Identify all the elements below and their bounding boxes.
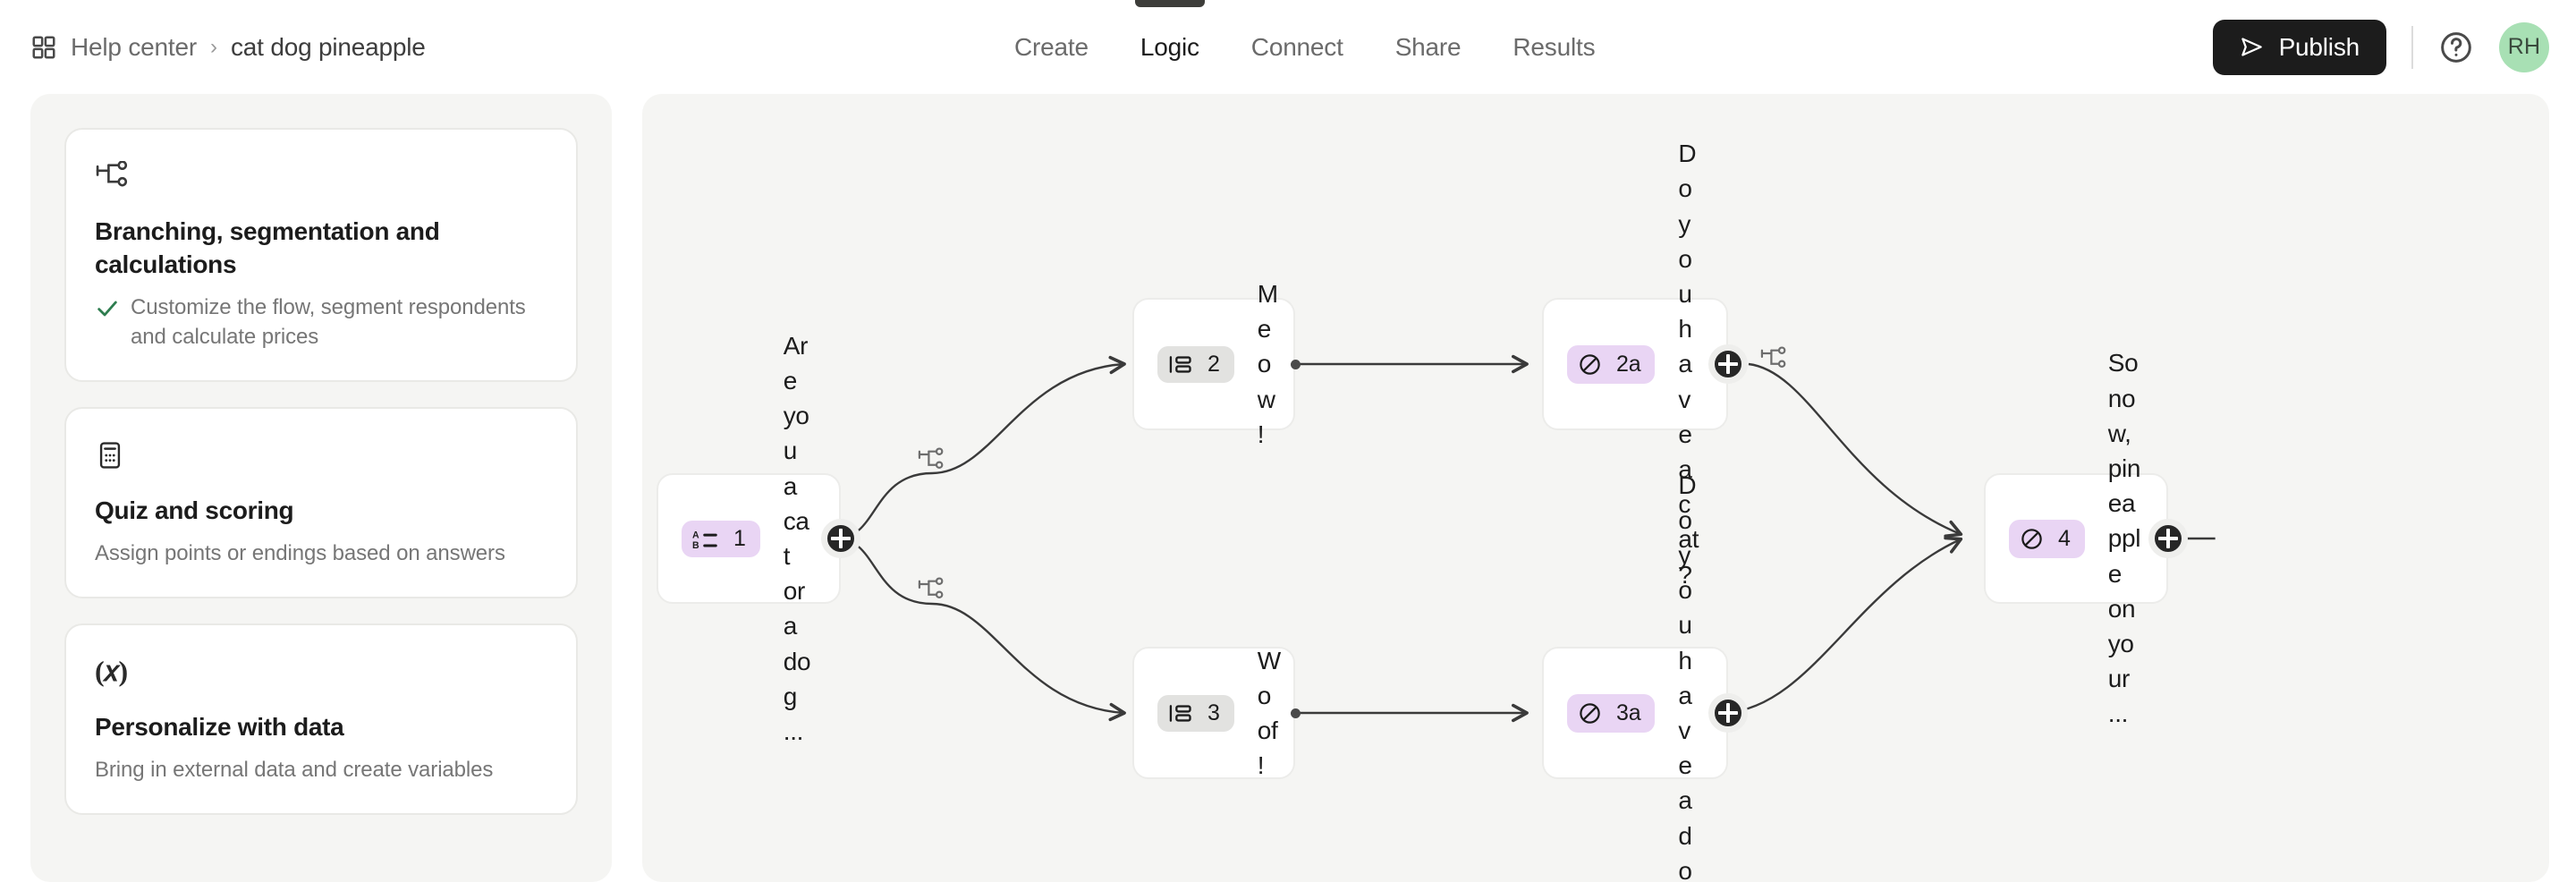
node-number: 1 — [733, 525, 746, 551]
card-branching[interactable]: Branching, segmentation and calculations… — [64, 128, 578, 383]
node-3-output-handle[interactable] — [1291, 708, 1301, 718]
question-circle-icon[interactable] — [2438, 30, 2474, 65]
svg-text:B: B — [692, 540, 699, 549]
card-description: Customize the flow, segment respondents … — [131, 294, 526, 350]
toolbar-divider — [2411, 25, 2413, 69]
main-area: Branching, segmentation and calculations… — [0, 94, 2576, 882]
avatar[interactable]: RH — [2499, 21, 2549, 72]
logic-flow-canvas[interactable]: A B 1 Are you a cat or a dog ... 2 Meow!… — [642, 94, 2549, 882]
multiple-choice-icon: A B — [692, 529, 719, 549]
card-quiz-scoring[interactable]: Quiz and scoring Assign points or ending… — [64, 407, 578, 599]
tab-connect[interactable]: Connect — [1225, 0, 1369, 94]
breadcrumb-current-title[interactable]: cat dog pineapple — [231, 33, 426, 62]
node-text: Meow! — [1257, 280, 1278, 448]
node-badge: 2 — [1157, 345, 1234, 383]
flow-node-4[interactable]: 4 So now, pineapple on your ... — [1984, 349, 2168, 727]
branch-icon[interactable] — [916, 577, 946, 603]
breadcrumb: Help center › cat dog pineapple — [0, 33, 426, 62]
node-badge: A B 1 — [682, 520, 760, 557]
add-node-button-3a[interactable] — [1708, 693, 1748, 733]
node-number: 2a — [1616, 351, 1641, 377]
add-node-button-2a[interactable] — [1708, 344, 1748, 384]
node-text: Do you have a dog? — [1678, 471, 1697, 882]
node-badge: 3a — [1567, 693, 1656, 733]
node-number: 2 — [1208, 351, 1220, 377]
tab-share[interactable]: Share — [1369, 0, 1487, 94]
yes-no-icon — [1578, 701, 1602, 725]
publish-button-label: Publish — [2278, 32, 2360, 61]
check-icon — [95, 296, 120, 321]
statement-icon — [1168, 355, 1193, 374]
variable-icon: (𝑥) — [95, 655, 128, 688]
node-text: Are you a cat or a dog ... — [783, 331, 811, 745]
add-node-button-4[interactable] — [2148, 519, 2188, 558]
statement-icon — [1168, 704, 1193, 723]
top-bar: Help center › cat dog pineapple Create L… — [0, 0, 2576, 94]
flow-node-3[interactable]: 3 Woof! — [1132, 647, 1295, 779]
flow-node-2a[interactable]: 2a Do you have a cat? — [1542, 140, 1728, 589]
breadcrumb-chevron-icon: › — [210, 34, 217, 59]
node-text: So now, pineapple on your ... — [2107, 349, 2141, 728]
add-node-button-1[interactable] — [821, 519, 860, 558]
branch-icon[interactable] — [1758, 346, 1789, 372]
top-bar-actions: Publish RH — [2212, 0, 2549, 94]
node-number: 3a — [1616, 700, 1641, 725]
card-description: Bring in external data and create variab… — [95, 758, 494, 783]
node-badge: 2a — [1567, 344, 1656, 384]
main-nav: Create Logic Connect Share Results — [988, 0, 1621, 94]
yes-no-icon — [1578, 352, 1602, 377]
flow-node-2[interactable]: 2 Meow! — [1132, 280, 1295, 448]
tab-results[interactable]: Results — [1487, 0, 1621, 94]
node-number: 3 — [1208, 700, 1220, 725]
card-description: Assign points or endings based on answer… — [95, 541, 505, 566]
node-badge: 3 — [1157, 694, 1234, 732]
tab-logic[interactable]: Logic — [1114, 0, 1225, 94]
grid-icon[interactable] — [30, 34, 57, 61]
flow-node-3a[interactable]: 3a Do you have a dog? — [1542, 471, 1728, 882]
card-personalize-with-data[interactable]: (𝑥) Personalize with data Bring in exter… — [64, 623, 578, 816]
publish-button[interactable]: Publish — [2212, 19, 2386, 75]
send-icon — [2240, 35, 2264, 59]
node-text: Woof! — [1257, 646, 1281, 780]
branch-icon[interactable] — [916, 447, 946, 473]
card-title: Branching, segmentation and calculations — [95, 217, 440, 278]
breadcrumb-root-link[interactable]: Help center — [71, 33, 197, 62]
yes-no-icon — [2020, 527, 2044, 551]
logic-sidebar: Branching, segmentation and calculations… — [30, 94, 612, 882]
node-badge: 4 — [2009, 519, 2085, 558]
calculator-icon — [95, 436, 547, 475]
tab-create[interactable]: Create — [988, 0, 1114, 94]
node-number: 4 — [2058, 525, 2071, 551]
node-2-output-handle[interactable] — [1291, 360, 1301, 369]
branch-icon — [95, 157, 547, 196]
card-title: Quiz and scoring — [95, 496, 294, 525]
flow-node-1[interactable]: A B 1 Are you a cat or a dog ... — [657, 332, 841, 745]
svg-text:A: A — [692, 530, 699, 540]
card-title: Personalize with data — [95, 713, 344, 742]
